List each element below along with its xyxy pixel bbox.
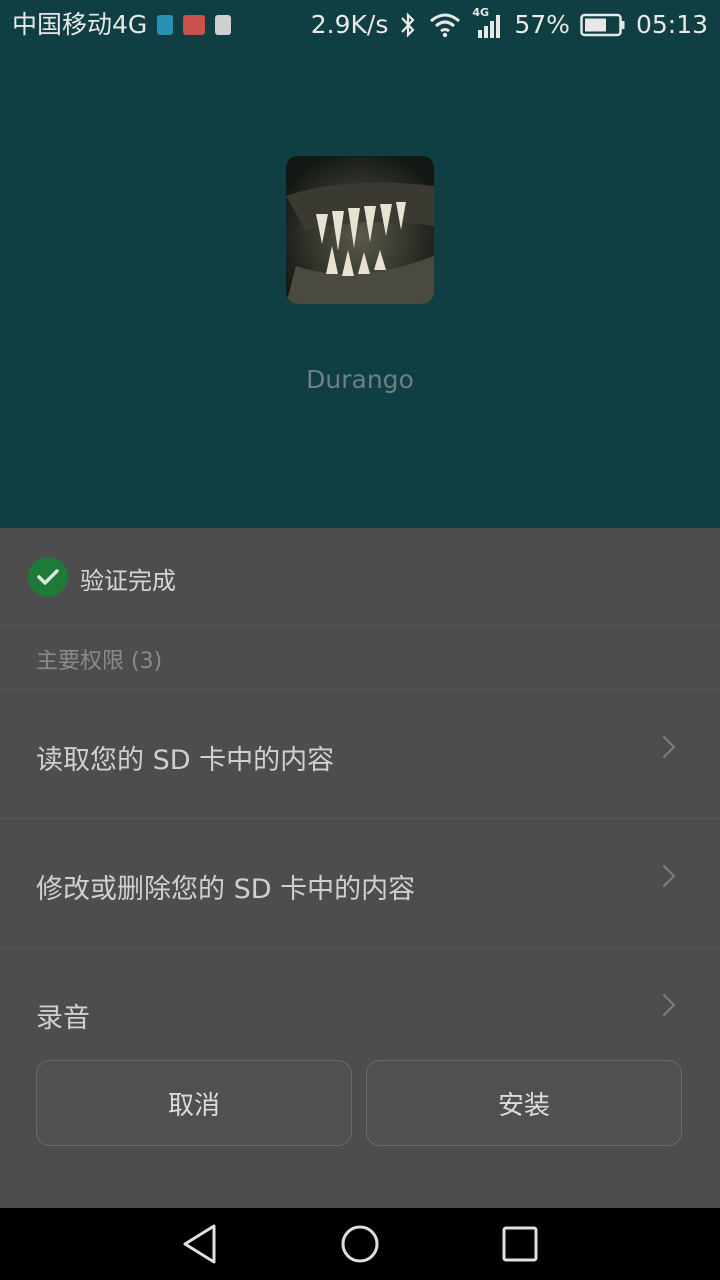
battery-percent: 57% [514,10,570,39]
status-bar-left: 中国移动4G [12,9,232,41]
back-icon[interactable] [180,1222,220,1266]
app-header: Durango [0,50,720,528]
net-speed: 2.9K/s [310,10,389,39]
permission-label: 修改或删除您的 SD 卡中的内容 [36,874,416,905]
permission-item-record-audio[interactable]: 录音 [0,948,720,1076]
storage-notification-icon [215,15,232,35]
status-bar: 中国移动4G 2.9K/s 4G 57% 05:13 [0,0,720,50]
app-name: Durango [306,365,414,394]
verification-status: 验证完成 [80,567,176,595]
install-screen: 中国移动4G 2.9K/s 4G 57% 05:13 Durango 验证完成 … [0,0,720,1280]
signal-strength-icon: 4G [472,6,504,40]
home-icon[interactable] [339,1223,381,1265]
chevron-right-icon [652,735,676,759]
status-bar-right: 2.9K/s 4G 57% 05:13 [310,6,708,41]
battery-icon [580,13,625,37]
cancel-button[interactable]: 取消 [36,1060,352,1146]
crocodile-image-icon [286,156,434,304]
app-icon [286,156,434,304]
install-button[interactable]: 安装 [366,1060,682,1146]
chevron-right-icon [652,993,676,1017]
permissions-header: 主要权限 (3) [36,649,163,674]
permission-item-modify-sd[interactable]: 修改或删除您的 SD 卡中的内容 [0,819,720,948]
carrier-label: 中国移动4G [12,10,148,39]
permission-label: 读取您的 SD 卡中的内容 [36,745,335,776]
taptap-notification-icon [157,15,174,35]
chevron-right-icon [652,864,676,888]
permission-label: 录音 [36,1003,90,1034]
clock: 05:13 [635,10,708,39]
install-sheet: 验证完成 主要权限 (3) 读取您的 SD 卡中的内容 修改或删除您的 SD 卡… [0,528,720,1208]
wifi-icon [430,13,461,38]
permission-item-read-sd[interactable]: 读取您的 SD 卡中的内容 [0,690,720,819]
bluetooth-icon [401,12,415,38]
verified-check-icon [28,557,68,597]
navigation-bar [0,1208,720,1280]
recent-apps-icon[interactable] [501,1225,539,1263]
verification-row: 验证完成 [0,528,720,626]
mail-notification-icon [183,15,206,35]
